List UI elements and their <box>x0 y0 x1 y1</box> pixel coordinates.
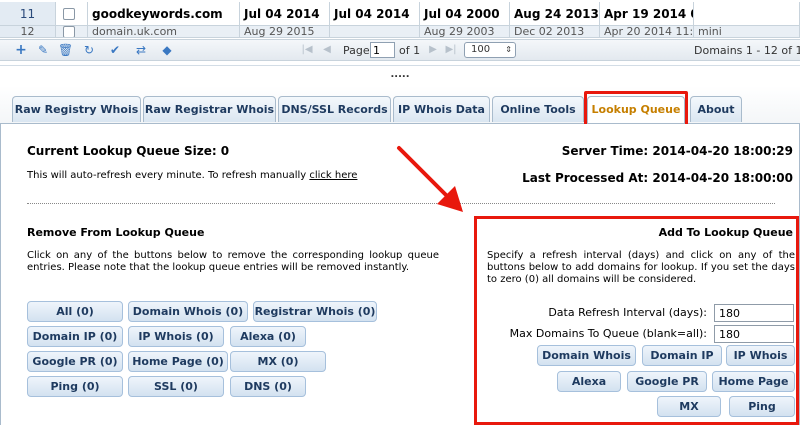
remove-mx-button[interactable]: MX (0) <box>230 351 326 372</box>
refresh-link[interactable]: click here <box>309 170 357 181</box>
date-cell: Dec 02 2013 <box>510 26 600 37</box>
panel-splitter[interactable]: ..... <box>0 66 800 86</box>
check-icon[interactable]: ✔ <box>108 43 122 57</box>
page-label: Page <box>343 44 370 57</box>
pager-info: Domains 1 - 12 of 12 <box>694 44 800 57</box>
row-checkbox-cell <box>56 26 88 37</box>
date-cell: Apr 20 2014 11: <box>600 26 694 37</box>
add-icon[interactable]: + <box>14 43 28 57</box>
tab-dns-ssl-records[interactable]: DNS/SSL Records <box>278 96 391 122</box>
table-row[interactable]: 12 domain.uk.com Aug 29 2015 Aug 29 2003… <box>0 26 800 38</box>
remove-home-page-button[interactable]: Home Page (0) <box>128 351 228 372</box>
remove-google-pr-button[interactable]: Google PR (0) <box>27 351 123 372</box>
extra-cell: mini <box>694 26 800 37</box>
annotation-arrow-icon <box>397 146 463 212</box>
next-page-icon[interactable]: ▶ <box>426 43 440 57</box>
page-count: of 1 <box>399 44 421 57</box>
domains-grid: 11 goodkeywords.com Jul 04 2014 Jul 04 2… <box>0 0 800 66</box>
remove-domain-ip-button[interactable]: Domain IP (0) <box>27 326 123 347</box>
row-checkbox[interactable] <box>63 8 75 20</box>
date-cell: Jul 04 2000 <box>420 2 510 25</box>
date-cell: Jul 04 2014 <box>330 2 420 25</box>
remove-ping-button[interactable]: Ping (0) <box>27 376 123 397</box>
edit-icon[interactable]: ✎ <box>36 43 50 57</box>
last-page-icon[interactable]: ▶| <box>444 43 458 57</box>
remove-ssl-button[interactable]: SSL (0) <box>128 376 224 397</box>
prev-page-icon[interactable]: ◀ <box>320 43 334 57</box>
lookup-queue-panel: Current Lookup Queue Size: 0 This will a… <box>0 124 800 425</box>
grid-pager: + ✎ 🗑 ↻ ✔ ⇄ ◆ |◀ ◀ Page of 1 ▶ ▶| 100 ⇕ D… <box>0 39 800 61</box>
row-number: 11 <box>0 2 56 25</box>
tag-icon[interactable]: ◆ <box>160 43 174 57</box>
tab-ip-whois-data[interactable]: IP Whois Data <box>393 96 490 122</box>
remove-title: Remove From Lookup Queue <box>27 226 205 239</box>
date-cell: Jul 04 2014 <box>240 2 330 25</box>
refresh-note-text: This will auto-refresh every minute. To … <box>27 170 307 181</box>
row-checkbox-cell <box>56 2 88 25</box>
tab-lookup-queue[interactable]: Lookup Queue <box>587 96 685 123</box>
remove-description: Click on any of the buttons below to rem… <box>27 250 439 273</box>
row-checkbox[interactable] <box>63 26 75 37</box>
remove-ip-whois-button[interactable]: IP Whois (0) <box>128 326 224 347</box>
first-page-icon[interactable]: |◀ <box>300 43 314 57</box>
date-cell: Aug 29 2015 <box>240 26 330 37</box>
date-cell: Apr 19 2014 00: <box>600 2 694 25</box>
last-processed: Last Processed At: 2014-04-20 18:00:00 <box>522 171 793 185</box>
page-input[interactable] <box>370 42 395 58</box>
queue-size: Current Lookup Queue Size: 0 <box>27 144 230 158</box>
server-time: Server Time: 2014-04-20 18:00:29 <box>561 144 793 158</box>
date-cell: Aug 29 2003 <box>420 26 510 37</box>
date-cell: Aug 24 2013 <box>510 2 600 25</box>
refresh-note: This will auto-refresh every minute. To … <box>27 170 357 181</box>
tab-bar: Raw Registry Whois Raw Registrar Whois D… <box>0 86 800 124</box>
extra-cell <box>694 2 800 25</box>
swap-icon[interactable]: ⇄ <box>134 43 148 57</box>
rows-per-page-value: 100 <box>471 44 491 55</box>
rows-per-page-select[interactable]: 100 ⇕ <box>464 42 516 58</box>
remove-alexa-button[interactable]: Alexa (0) <box>230 326 306 347</box>
domain-cell: goodkeywords.com <box>88 2 240 25</box>
remove-domain-whois-button[interactable]: Domain Whois (0) <box>128 301 248 322</box>
add-section-highlight <box>474 216 799 425</box>
domain-cell: domain.uk.com <box>88 26 240 37</box>
remove-registrar-whois-button[interactable]: Registrar Whois (0) <box>253 301 377 322</box>
remove-dns-button[interactable]: DNS (0) <box>230 376 306 397</box>
updown-icon: ⇕ <box>505 45 512 54</box>
trash-icon[interactable]: 🗑 <box>58 43 73 57</box>
refresh-icon[interactable]: ↻ <box>82 43 96 57</box>
tab-about[interactable]: About <box>690 96 742 122</box>
tab-online-tools[interactable]: Online Tools <box>492 96 584 122</box>
tab-raw-registrar-whois[interactable]: Raw Registrar Whois <box>143 96 276 122</box>
tab-raw-registry-whois[interactable]: Raw Registry Whois <box>12 96 141 122</box>
date-cell <box>330 26 420 37</box>
row-number: 12 <box>0 26 56 37</box>
remove-all-button[interactable]: All (0) <box>27 301 123 322</box>
table-row[interactable]: 11 goodkeywords.com Jul 04 2014 Jul 04 2… <box>0 2 800 26</box>
